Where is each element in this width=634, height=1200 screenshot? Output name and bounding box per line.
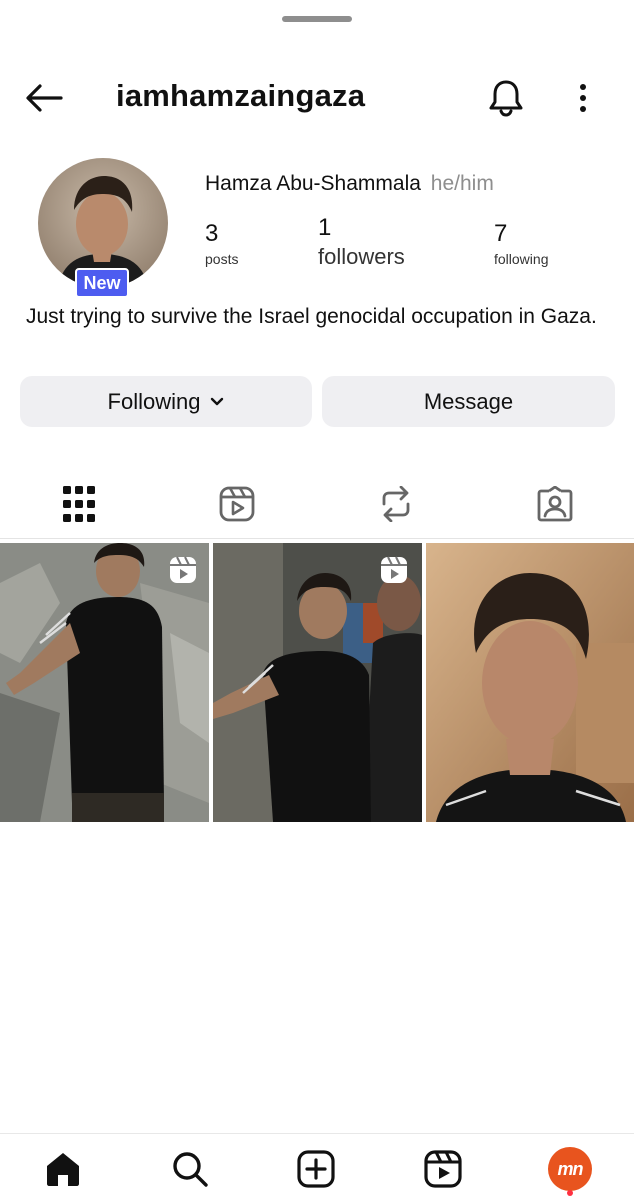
followers-label: followers bbox=[318, 244, 405, 269]
bell-icon bbox=[489, 80, 523, 117]
reel-indicator-icon bbox=[379, 555, 409, 585]
message-button[interactable]: Message bbox=[322, 376, 615, 427]
full-name: Hamza Abu-Shammala bbox=[205, 172, 421, 195]
posts-label: posts bbox=[205, 251, 239, 267]
profile-bio: Just trying to survive the Israel genoci… bbox=[26, 305, 597, 328]
profile-username: iamhamzaingaza bbox=[116, 78, 366, 113]
reels-icon bbox=[424, 1150, 462, 1188]
repost-icon bbox=[382, 486, 410, 522]
tab-reels[interactable] bbox=[158, 474, 316, 534]
message-button-label: Message bbox=[423, 388, 514, 414]
tab-grid[interactable] bbox=[0, 474, 158, 534]
following-button[interactable]: Following bbox=[20, 376, 312, 427]
following-count: 7 bbox=[494, 220, 508, 247]
arrow-left-icon bbox=[26, 84, 63, 112]
following-button-label: Following bbox=[107, 388, 201, 414]
pronouns: he/him bbox=[430, 172, 494, 195]
profile-name-row: Hamza Abu-Shammala he/him bbox=[205, 172, 494, 196]
posts-stat[interactable]: 3 posts bbox=[205, 220, 238, 267]
tab-divider bbox=[0, 538, 634, 539]
notifications-button[interactable] bbox=[486, 78, 526, 118]
post-thumbnail[interactable] bbox=[0, 543, 209, 822]
nav-reels[interactable] bbox=[421, 1147, 465, 1191]
nav-search[interactable] bbox=[168, 1147, 212, 1191]
search-icon bbox=[173, 1152, 208, 1187]
post-thumbnail[interactable] bbox=[426, 543, 634, 822]
post-thumbnail[interactable] bbox=[213, 543, 422, 822]
nav-profile[interactable]: mn bbox=[548, 1147, 592, 1191]
back-button[interactable] bbox=[24, 80, 64, 116]
reels-icon bbox=[219, 486, 255, 522]
nav-create[interactable] bbox=[294, 1147, 338, 1191]
tagged-person-icon bbox=[537, 486, 573, 522]
profile-avatar-small: mn bbox=[548, 1147, 592, 1191]
post-image bbox=[426, 543, 634, 822]
profile-notification-dot bbox=[567, 1190, 573, 1196]
posts-grid bbox=[0, 543, 634, 823]
top-bar: iamhamzaingaza bbox=[0, 70, 634, 126]
create-icon bbox=[297, 1150, 335, 1188]
bottom-navigation: mn bbox=[0, 1133, 634, 1200]
tab-tagged[interactable] bbox=[476, 474, 634, 534]
followers-count: 1 bbox=[318, 214, 332, 241]
reel-indicator-icon bbox=[168, 555, 198, 585]
posts-count: 3 bbox=[205, 220, 219, 247]
grid-icon bbox=[63, 486, 95, 522]
profile-avatar-large[interactable]: New bbox=[38, 158, 168, 298]
tab-reposts[interactable] bbox=[317, 474, 475, 534]
more-options-button[interactable] bbox=[566, 78, 600, 118]
chevron-down-icon bbox=[210, 397, 224, 407]
following-label: following bbox=[494, 251, 549, 267]
following-stat[interactable]: 7 following bbox=[494, 220, 548, 267]
profile-tabs bbox=[0, 474, 634, 539]
new-badge: New bbox=[75, 268, 129, 298]
nav-home[interactable] bbox=[41, 1147, 85, 1191]
more-vertical-icon bbox=[580, 84, 586, 112]
followers-stat[interactable]: 1 followers bbox=[318, 214, 405, 270]
home-icon bbox=[47, 1153, 79, 1186]
drag-handle[interactable] bbox=[282, 16, 352, 22]
